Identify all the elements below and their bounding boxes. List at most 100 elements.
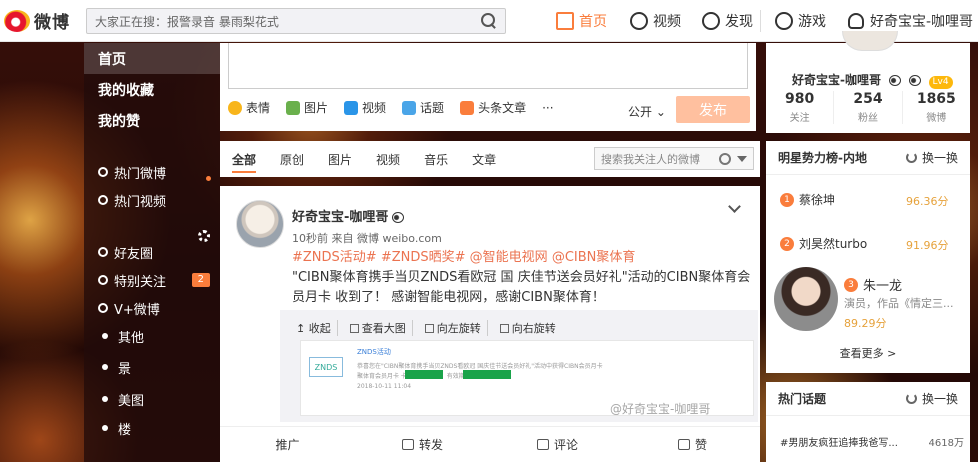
image-text-line: 恭喜您在"CIBN聚体育携手当贝ZNDS看欧冠 国庆佳节送会员好礼"活动中获得C… [357,363,603,370]
nav-discover[interactable]: 发现 [702,0,753,42]
sidebar-item-hot-weibo[interactable]: 热门微博 [84,158,220,186]
sidebar-item-photos[interactable]: 美图 [84,384,220,414]
rank-number: 1 [780,192,794,207]
promote-button[interactable]: 推广 [220,427,355,462]
topic-link[interactable]: #ZNDS晒奖# [381,250,466,265]
level-badge[interactable]: Lv4 [928,76,953,89]
sidebar-item-label: 特别关注 [114,274,167,290]
stat-following[interactable]: 980 关注 [766,91,835,124]
tab-all[interactable]: 全部 [232,141,257,177]
stat-posts[interactable]: 1865 微博 [903,91,970,124]
featured-star[interactable]: 3 朱一龙 [844,275,902,294]
rotate-left-icon [424,323,434,333]
hot-topics-header: 热门话题 换一换 [766,382,970,416]
heart-icon [98,247,108,257]
caret-down-icon[interactable] [737,155,747,162]
topic-button[interactable]: 话题 [402,99,444,116]
tab-articles[interactable]: 文章 [472,141,496,177]
mention-link[interactable]: @智能电视网 [470,250,548,265]
nav-video-label: 视频 [653,14,681,30]
publish-button[interactable]: 发布 [676,96,750,123]
rotate-left-button[interactable]: 向左旋转 [419,320,488,336]
more-tools-button[interactable]: ··· [542,101,553,115]
panda-badge-icon [909,75,922,86]
refresh-button[interactable]: 换一换 [905,390,958,407]
search-input[interactable]: 大家正在搜：报警录音 暴雨梨花式 [95,13,481,30]
rotate-right-button[interactable]: 向右旋转 [494,320,562,336]
tab-images[interactable]: 图片 [328,141,352,177]
refresh-button[interactable]: 换一换 [905,149,958,166]
like-button[interactable]: 赞 [625,427,760,462]
profile-card: 好奇宝宝-咖哩哥 Lv4 980 关注 254 粉丝 1865 微博 [766,31,970,133]
sidebar-item-favorites[interactable]: 我的收藏 [84,74,220,105]
topic-text: #男朋友疯狂追捧我爸写... [780,438,898,449]
see-more-link[interactable]: 查看更多 > [766,345,970,361]
stat-number: 1865 [916,91,956,107]
chevron-down-icon[interactable] [728,200,741,213]
repost-icon [401,439,414,450]
feed-search-box[interactable]: 搜索我关注人的微博 [594,147,754,170]
search-icon[interactable] [719,152,731,165]
star-icon [98,275,108,285]
sidebar-item-likes[interactable]: 我的赞 [84,105,220,136]
bullet-icon [102,364,108,370]
tool-label: 头条文章 [478,101,527,115]
logo-text: 微博 [34,13,70,33]
sidebar-item-hot-video[interactable]: 热门视频 [84,186,220,214]
weibo-logo[interactable]: 微博 [4,8,70,33]
profile-name[interactable]: 好奇宝宝-咖哩哥 [792,73,881,87]
topic-link[interactable]: #ZNDS活动# [292,250,377,265]
search-icon[interactable] [481,13,497,29]
hot-topics-card: 热门话题 换一换 #男朋友疯狂追捧我爸写... 4618万 [766,382,970,462]
nav-games[interactable]: 游戏 [775,0,826,42]
sidebar-item-friends[interactable]: 好友圈 [84,238,220,266]
panda-badge-icon [392,212,405,223]
sidebar-item-other[interactable]: 其他 [84,322,220,350]
global-search-box[interactable]: 大家正在搜：报警录音 暴雨梨花式 [86,8,506,34]
author-avatar[interactable] [236,200,284,248]
ranking-item[interactable]: 1 蔡徐坤 [780,191,835,208]
collapse-icon: ↥ [296,321,306,335]
ranking-title[interactable]: 明星势力榜-内地 [778,149,867,166]
post-body: #ZNDS活动# #ZNDS晒奖# @智能电视网 @CIBN聚体育 "CIBN聚… [292,248,752,308]
ranking-item[interactable]: 2 刘昊然turbo [780,235,867,252]
hot-topic-item[interactable]: #男朋友疯狂追捧我爸写... 4618万 [780,434,964,449]
comment-icon [536,439,549,450]
sidebar-item-building[interactable]: 楼 [84,414,220,442]
rank-number: 2 [780,236,794,251]
author-name[interactable]: 好奇宝宝-咖哩哥 [292,210,388,225]
profile-avatar[interactable] [842,31,898,51]
feed-filter-tabs: 全部 原创 图片 视频 音乐 文章 搜索我关注人的微博 [220,141,760,177]
feed-search-input[interactable]: 搜索我关注人的微博 [601,151,719,167]
comment-button[interactable]: 评论 [490,427,625,462]
video-button[interactable]: 视频 [344,99,386,116]
compose-textarea[interactable] [228,43,748,89]
nav-home[interactable]: 首页 [556,0,607,42]
star-photo[interactable] [774,267,838,331]
star-name: 朱一龙 [863,279,903,294]
media-op-label: 收起 [308,322,331,335]
collapse-button[interactable]: ↥ 收起 [290,320,338,336]
article-button[interactable]: 头条文章 [460,99,526,116]
image-button[interactable]: 图片 [286,99,328,116]
emoji-button[interactable]: 表情 [228,99,270,116]
sidebar-item-scenery[interactable]: 景 [84,350,220,384]
sidebar-item-vplus[interactable]: V+微博 [84,294,220,322]
stat-fans[interactable]: 254 粉丝 [834,91,903,124]
sidebar-item-home[interactable]: 首页 [84,43,220,74]
nav-user-label: 好奇宝宝-咖哩哥 [870,14,974,30]
gear-icon[interactable] [198,230,210,242]
sidebar-item-special-follow[interactable]: 特别关注 2 [84,266,220,294]
visibility-select[interactable]: 公开 ⌄ [628,103,666,120]
hot-topics-title[interactable]: 热门话题 [778,390,826,407]
tab-music[interactable]: 音乐 [424,141,448,177]
mention-link[interactable]: @CIBN聚体育 [552,250,636,265]
tab-videos[interactable]: 视频 [376,141,400,177]
post-author[interactable]: 好奇宝宝-咖哩哥 [292,206,405,225]
view-large-button[interactable]: 查看大图 [344,320,413,336]
user-icon [848,13,864,29]
repost-button[interactable]: 转发 [355,427,490,462]
tab-original[interactable]: 原创 [280,141,304,177]
nav-video[interactable]: 视频 [630,0,681,42]
